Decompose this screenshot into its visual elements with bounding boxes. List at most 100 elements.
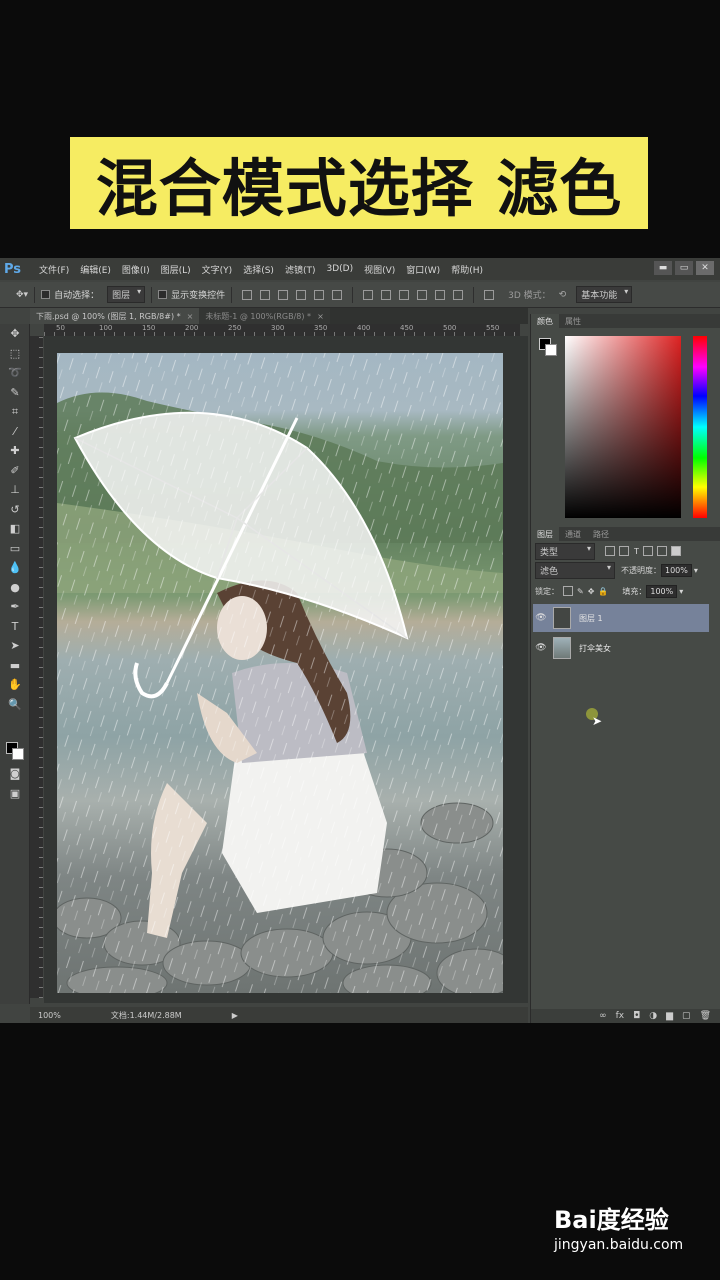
align-vcenter-icon[interactable] — [260, 289, 271, 300]
filter-shape-icon[interactable] — [642, 546, 653, 556]
stamp-tool-icon[interactable]: ⊥ — [0, 480, 30, 500]
move-tool-icon[interactable]: ✥▾ — [16, 290, 28, 300]
tab-color[interactable]: 颜色 — [531, 314, 559, 328]
distribute-vcenter-icon[interactable] — [381, 289, 392, 300]
hand-tool-icon[interactable]: ✋ — [0, 675, 30, 695]
tab-untitled[interactable]: 未标题-1 @ 100%(RGB/8) * × — [199, 308, 330, 324]
3d-orbit-icon[interactable]: ⟲ — [559, 290, 567, 300]
mask-icon[interactable]: ◘ — [633, 1011, 640, 1021]
filter-smart-icon[interactable] — [656, 546, 667, 556]
lock-move-icon[interactable]: ✥ — [588, 587, 595, 596]
eye-icon[interactable]: 👁 — [533, 613, 549, 623]
align-right-icon[interactable] — [332, 289, 343, 300]
color-field[interactable] — [565, 336, 681, 518]
tab-layers[interactable]: 图层 — [531, 527, 559, 541]
trash-icon[interactable]: 🗑 — [700, 1011, 711, 1021]
adjustment-icon[interactable]: ◑ — [649, 1011, 657, 1021]
menu-file[interactable]: 文件(F) — [39, 263, 69, 276]
align-hcenter-icon[interactable] — [314, 289, 325, 300]
distribute-hcenter-icon[interactable] — [435, 289, 446, 300]
menu-select[interactable]: 选择(S) — [243, 263, 274, 276]
lock-all-icon[interactable]: 🔒 — [598, 587, 608, 596]
lock-brush-icon[interactable]: ✎ — [577, 587, 584, 596]
distribute-top-icon[interactable] — [363, 289, 374, 300]
brush-tool-icon[interactable]: ✐ — [0, 461, 30, 481]
distribute-left-icon[interactable] — [417, 289, 428, 300]
lock-transparent-icon[interactable] — [563, 586, 573, 596]
menu-view[interactable]: 视图(V) — [364, 263, 395, 276]
gradient-tool-icon[interactable]: ▭ — [0, 539, 30, 559]
eye-icon[interactable]: 👁 — [533, 643, 549, 653]
close-button[interactable]: ✕ — [696, 261, 714, 275]
layer-filter-dropdown[interactable]: 类型 — [535, 542, 595, 560]
menu-3d[interactable]: 3D(D) — [326, 264, 353, 274]
distribute-right-icon[interactable] — [453, 289, 464, 300]
fill-input[interactable]: 100% — [646, 584, 678, 598]
tab-xiayu[interactable]: 下雨.psd @ 100% (图层 1, RGB/8#) * × — [30, 308, 200, 324]
quick-mask-icon[interactable]: ◙ — [0, 764, 30, 784]
shape-tool-icon[interactable]: ▬ — [0, 656, 30, 676]
background-color-swatch[interactable] — [12, 748, 24, 760]
zoom-level[interactable]: 100% — [38, 1011, 61, 1020]
status-menu-arrow-icon[interactable]: ▶ — [232, 1011, 238, 1020]
blend-mode-dropdown[interactable]: 滤色 — [535, 561, 615, 579]
move-tool-icon[interactable]: ✥ — [0, 324, 30, 344]
menu-image[interactable]: 图像(I) — [122, 263, 150, 276]
menu-filter[interactable]: 滤镜(T) — [285, 263, 316, 276]
healing-tool-icon[interactable]: ✚ — [0, 441, 30, 461]
opacity-input[interactable]: 100% — [661, 563, 692, 577]
new-layer-icon[interactable]: ▢ — [682, 1011, 691, 1021]
filter-toggle-icon[interactable] — [670, 546, 681, 556]
align-top-icon[interactable] — [242, 289, 253, 300]
layer-row[interactable]: 👁 图层 1 — [533, 604, 709, 632]
dodge-tool-icon[interactable]: ● — [0, 578, 30, 598]
filter-type-icon[interactable]: T — [634, 547, 639, 556]
panel-background-swatch[interactable] — [545, 344, 557, 356]
menu-help[interactable]: 帮助(H) — [451, 263, 483, 276]
path-select-tool-icon[interactable]: ➤ — [0, 636, 30, 656]
link-icon[interactable]: ∞ — [599, 1011, 607, 1021]
fill-dropdown-icon[interactable]: ▾ — [679, 587, 683, 596]
crop-tool-icon[interactable]: ⌗ — [0, 402, 30, 422]
marquee-tool-icon[interactable]: ⬚ — [0, 344, 30, 364]
group-icon[interactable]: ▆ — [666, 1011, 673, 1021]
tab-close-icon[interactable]: × — [317, 312, 324, 321]
canvas-photo[interactable] — [57, 353, 503, 993]
lasso-tool-icon[interactable]: ➰ — [0, 363, 30, 383]
filter-pixel-icon[interactable] — [605, 546, 615, 556]
quick-select-tool-icon[interactable]: ✎ — [0, 383, 30, 403]
type-tool-icon[interactable]: T — [0, 617, 30, 637]
menu-layer[interactable]: 图层(L) — [161, 263, 191, 276]
menu-window[interactable]: 窗口(W) — [406, 263, 440, 276]
workspace-dropdown[interactable]: 基本功能 — [576, 286, 633, 303]
distribute-bottom-icon[interactable] — [399, 289, 410, 300]
pen-tool-icon[interactable]: ✒ — [0, 597, 30, 617]
layer-row[interactable]: 👁 打伞美女 — [533, 634, 709, 662]
tab-paths[interactable]: 路径 — [587, 527, 615, 541]
blur-tool-icon[interactable]: 💧 — [0, 558, 30, 578]
screen-mode-icon[interactable]: ▣ — [0, 784, 30, 804]
history-brush-icon[interactable]: ↺ — [0, 500, 30, 520]
opacity-dropdown-icon[interactable]: ▾ — [694, 566, 698, 575]
eraser-tool-icon[interactable]: ◧ — [0, 519, 30, 539]
ruler-tick-label: 250 — [228, 324, 242, 332]
align-bottom-icon[interactable] — [278, 289, 289, 300]
menu-edit[interactable]: 编辑(E) — [80, 263, 111, 276]
filter-adjust-icon[interactable] — [619, 546, 629, 556]
auto-align-icon[interactable] — [484, 289, 495, 300]
minimize-button[interactable]: ▬ — [654, 261, 672, 275]
show-transform-checkbox[interactable] — [158, 290, 168, 299]
menu-type[interactable]: 文字(Y) — [202, 263, 233, 276]
tab-properties[interactable]: 属性 — [559, 314, 587, 328]
eyedropper-tool-icon[interactable]: ⁄ — [0, 422, 30, 442]
canvas-area[interactable] — [44, 336, 528, 1003]
hue-slider[interactable] — [693, 336, 707, 518]
tab-close-icon[interactable]: × — [187, 312, 194, 321]
fx-icon[interactable]: fx — [616, 1011, 625, 1021]
auto-select-checkbox[interactable] — [41, 290, 51, 299]
tab-channels[interactable]: 通道 — [559, 527, 587, 541]
auto-select-dropdown[interactable]: 图层 — [107, 286, 146, 303]
align-left-icon[interactable] — [296, 289, 307, 300]
maximize-button[interactable]: ▭ — [675, 261, 693, 275]
zoom-tool-icon[interactable]: 🔍 — [0, 695, 30, 715]
